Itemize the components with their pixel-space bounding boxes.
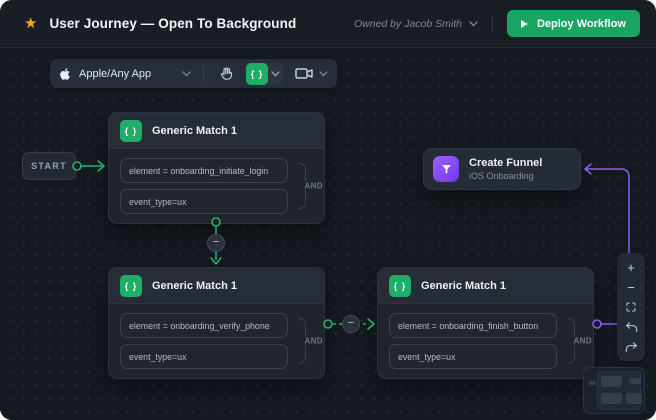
match-node-body: element = onboarding_verify_phone event_… <box>109 304 324 378</box>
chevron-down-icon <box>469 21 478 27</box>
workflow-editor-window: ★ User Journey — Open To Background Owne… <box>0 0 656 420</box>
match-node-body: element = onboarding_initiate_login even… <box>109 149 324 223</box>
zoom-panel: + − <box>617 253 645 361</box>
undo-button[interactable] <box>618 317 644 337</box>
deploy-button-label: Deploy Workflow <box>537 18 626 30</box>
divider <box>492 14 493 34</box>
braces-icon: { } <box>120 275 142 297</box>
deploy-workflow-button[interactable]: Deploy Workflow <box>507 10 640 37</box>
video-camera-icon <box>295 67 313 80</box>
fit-view-button[interactable] <box>618 297 644 317</box>
funnel-icon <box>433 156 459 182</box>
redo-button[interactable] <box>618 337 644 357</box>
condition-field[interactable]: element = onboarding_finish_button <box>389 313 557 338</box>
edge-remove-button[interactable]: − <box>207 234 225 252</box>
match-node-2[interactable]: { } Generic Match 1 element = onboarding… <box>108 267 325 379</box>
match-node-body: element = onboarding_finish_button event… <box>378 304 593 378</box>
canvas-toolbar: Apple/Any App { } <box>50 59 337 88</box>
start-node[interactable]: START <box>22 152 76 180</box>
top-bar: ★ User Journey — Open To Background Owne… <box>0 0 656 48</box>
minimap-node <box>589 381 596 385</box>
condition-field[interactable]: element = onboarding_verify_phone <box>120 313 288 338</box>
pan-tool-button[interactable] <box>214 62 238 86</box>
chevron-down-icon <box>182 71 191 77</box>
start-node-label: START <box>31 161 67 171</box>
funnel-node-text: Create Funnel iOS Onboarding <box>469 157 542 181</box>
edge-remove-button[interactable]: − <box>342 315 360 333</box>
apple-icon <box>59 67 71 81</box>
match-node-header: { } Generic Match 1 <box>109 113 324 149</box>
chevron-down-icon <box>319 71 328 77</box>
minimap-node <box>601 376 622 387</box>
chevron-down-icon[interactable] <box>268 71 283 77</box>
match-node-header: { } Generic Match 1 <box>378 268 593 304</box>
app-selector[interactable]: Apple/Any App <box>59 67 191 81</box>
record-tool-group[interactable] <box>295 67 328 80</box>
minimap-node <box>601 393 622 404</box>
owner-menu[interactable]: Owned by Jacob Smith <box>354 18 478 30</box>
condition-field[interactable]: event_type=ux <box>120 344 288 369</box>
operator-label: AND <box>304 337 323 346</box>
braces-icon: { } <box>389 275 411 297</box>
match-node-title: Generic Match 1 <box>421 280 506 292</box>
match-node-title: Generic Match 1 <box>152 125 237 137</box>
condition-field[interactable]: event_type=ux <box>389 344 557 369</box>
zoom-in-button[interactable]: + <box>618 257 644 277</box>
owner-label: Owned by Jacob Smith <box>354 18 462 30</box>
match-node-title: Generic Match 1 <box>152 280 237 292</box>
match-tool-group[interactable]: { } <box>246 63 283 85</box>
play-icon <box>521 20 528 28</box>
hand-icon <box>219 66 234 81</box>
operator-label: AND <box>573 337 592 346</box>
operator-label: AND <box>304 182 323 191</box>
divider <box>203 65 204 82</box>
match-node-1[interactable]: { } Generic Match 1 element = onboarding… <box>108 112 325 224</box>
favorite-star-icon[interactable]: ★ <box>24 16 37 31</box>
page-title: User Journey — Open To Background <box>49 16 296 31</box>
redo-icon <box>625 342 638 353</box>
minimap-node <box>626 393 642 404</box>
zoom-out-button[interactable]: − <box>618 277 644 297</box>
condition-field[interactable]: element = onboarding_initiate_login <box>120 158 288 183</box>
code-braces-icon[interactable]: { } <box>246 63 268 85</box>
create-funnel-node[interactable]: Create Funnel iOS Onboarding <box>423 148 581 190</box>
funnel-node-title: Create Funnel <box>469 157 542 169</box>
match-node-3[interactable]: { } Generic Match 1 element = onboarding… <box>377 267 594 379</box>
match-node-header: { } Generic Match 1 <box>109 268 324 304</box>
funnel-node-subtitle: iOS Onboarding <box>469 171 542 181</box>
condition-field[interactable]: event_type=ux <box>120 189 288 214</box>
top-bar-right: Owned by Jacob Smith Deploy Workflow <box>354 10 640 37</box>
fit-view-icon <box>625 301 637 313</box>
minimap-node <box>629 378 641 384</box>
minimap[interactable] <box>583 367 645 414</box>
undo-icon <box>625 322 638 333</box>
app-selector-label: Apple/Any App <box>79 68 151 80</box>
braces-icon: { } <box>120 120 142 142</box>
